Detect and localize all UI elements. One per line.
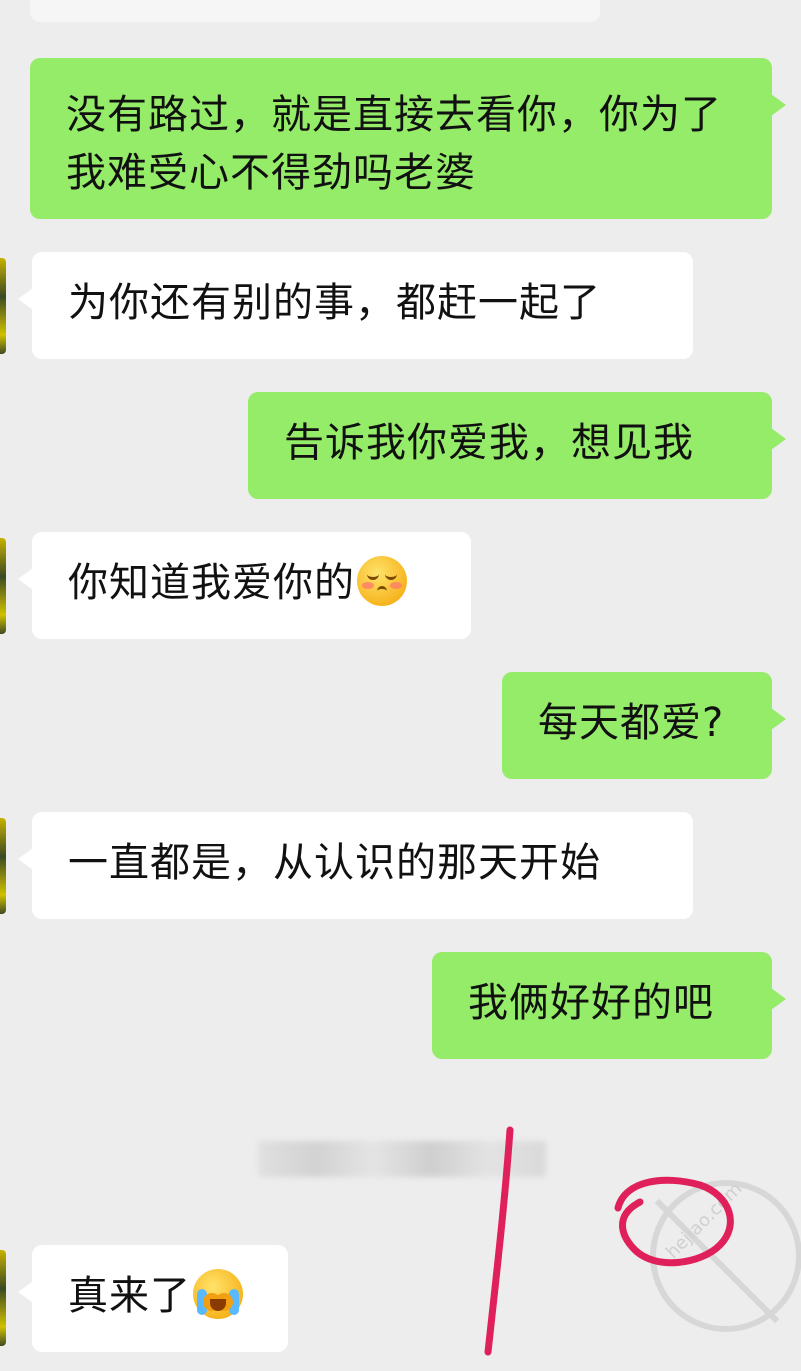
handwritten-annotation (484, 1126, 734, 1356)
